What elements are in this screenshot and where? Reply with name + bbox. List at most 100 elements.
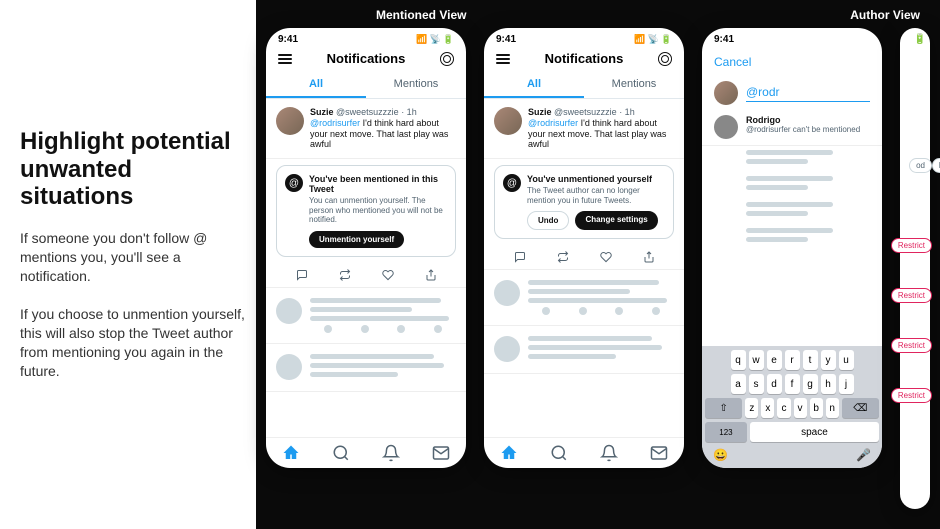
bell-icon[interactable]	[600, 444, 618, 462]
mention-suggestion[interactable]: Rodrigo @rodrisurfer can't be mentioned	[702, 109, 882, 146]
tab-mentions[interactable]: Mentions	[584, 72, 684, 98]
share-icon[interactable]	[643, 251, 655, 263]
reply-icon[interactable]	[514, 251, 526, 263]
bottom-tabbar	[266, 437, 466, 468]
key-g[interactable]: g	[803, 374, 818, 394]
key-q[interactable]: q	[731, 350, 746, 370]
compose-input[interactable]: @rodr	[746, 85, 870, 102]
restrict-pill[interactable]: Restrict	[891, 338, 932, 353]
restrict-pill[interactable]: Restrict	[891, 288, 932, 303]
search-icon[interactable]	[550, 444, 568, 462]
notifications-header: Notifications	[266, 47, 466, 72]
restrict-pill[interactable]: Restrict	[891, 388, 932, 403]
headline: Highlight potential unwanted situations	[20, 128, 246, 211]
space-key[interactable]: space	[750, 422, 879, 442]
mic-icon[interactable]: 🎤	[856, 448, 871, 462]
pill-partial[interactable]: No	[932, 158, 940, 173]
key-x[interactable]: x	[761, 398, 774, 418]
status-time: 9:41	[496, 34, 516, 45]
restrict-pill[interactable]: Restrict	[891, 238, 932, 253]
cancel-button[interactable]: Cancel	[714, 55, 751, 69]
tweet-body: Suzie @sweetsuzzzie · 1h @rodrisurfer I'…	[310, 107, 456, 150]
home-icon[interactable]	[500, 444, 518, 462]
retweet-icon[interactable]	[557, 251, 569, 263]
key-c[interactable]: c	[777, 398, 790, 418]
unmention-button[interactable]: Unmention yourself	[309, 231, 404, 248]
tweet-actions	[484, 245, 684, 270]
tab-all[interactable]: All	[484, 72, 584, 98]
battery-icon: 🔋	[914, 34, 926, 45]
reply-icon[interactable]	[296, 269, 308, 281]
pill-partial[interactable]: od	[909, 158, 932, 173]
key-d[interactable]: d	[767, 374, 782, 394]
unmentioned-notice: @ You've unmentioned yourself The Tweet …	[494, 165, 674, 239]
mention-notice: @ You've been mentioned in this Tweet Yo…	[276, 165, 456, 257]
like-icon[interactable]	[382, 269, 394, 281]
tweet-handle: @sweetsuzzzie · 1h	[336, 107, 417, 117]
key-j[interactable]: j	[839, 374, 854, 394]
backspace-key[interactable]: ⌫	[842, 398, 879, 418]
at-icon: @	[503, 174, 521, 192]
status-bar: 9:41 📶 📡 🔋	[266, 28, 466, 47]
undo-button[interactable]: Undo	[527, 211, 569, 230]
menu-icon[interactable]	[496, 54, 510, 64]
key-n[interactable]: n	[826, 398, 839, 418]
tweet[interactable]: Suzie @sweetsuzzzie · 1h @rodrisurfer I'…	[484, 99, 684, 159]
status-bar: 9:41	[702, 28, 882, 47]
numbers-key[interactable]: 123	[705, 422, 747, 442]
compose-avatar	[714, 81, 738, 105]
tab-mentions[interactable]: Mentions	[366, 72, 466, 98]
tab-all[interactable]: All	[266, 72, 366, 98]
status-bar: 9:41 📶📡🔋	[484, 28, 684, 47]
tweet-name: Suzie	[310, 107, 334, 117]
key-w[interactable]: w	[749, 350, 764, 370]
keyboard[interactable]: qwertyu asdfghj ⇧zxcvbn⌫ 123space 😀 🎤	[702, 346, 882, 468]
key-e[interactable]: e	[767, 350, 782, 370]
gear-icon[interactable]	[658, 52, 672, 66]
menu-icon[interactable]	[278, 54, 292, 64]
key-u[interactable]: u	[839, 350, 854, 370]
placeholder-tweet	[266, 288, 466, 344]
tweet-mention[interactable]: @rodrisurfer	[310, 118, 360, 128]
bell-icon[interactable]	[382, 444, 400, 462]
mail-icon[interactable]	[650, 444, 668, 462]
key-z[interactable]: z	[745, 398, 758, 418]
key-y[interactable]: y	[821, 350, 836, 370]
placeholder-avatar	[276, 354, 302, 380]
tweet[interactable]: Suzie @sweetsuzzzie · 1h @rodrisurfer I'…	[266, 99, 466, 159]
feed: Suzie @sweetsuzzzie · 1h @rodrisurfer I'…	[266, 99, 466, 437]
key-b[interactable]: b	[810, 398, 823, 418]
tweet-actions	[266, 263, 466, 288]
like-icon[interactable]	[600, 251, 612, 263]
gear-icon[interactable]	[440, 52, 454, 66]
retweet-icon[interactable]	[339, 269, 351, 281]
key-r[interactable]: r	[785, 350, 800, 370]
search-icon[interactable]	[332, 444, 350, 462]
notice-title: You've unmentioned yourself	[527, 174, 665, 184]
shift-key[interactable]: ⇧	[705, 398, 742, 418]
status-time: 9:41	[278, 34, 298, 45]
at-icon: @	[285, 174, 303, 192]
page-title: Notifications	[545, 51, 624, 66]
status-time: 9:41	[714, 34, 734, 45]
suggestion-name: Rodrigo	[746, 115, 860, 125]
signal-icon: 📶	[416, 34, 427, 45]
tabs: All Mentions	[266, 72, 466, 99]
home-icon[interactable]	[282, 444, 300, 462]
avatar[interactable]	[276, 107, 304, 135]
key-h[interactable]: h	[821, 374, 836, 394]
avatar[interactable]	[494, 107, 522, 135]
share-icon[interactable]	[425, 269, 437, 281]
key-t[interactable]: t	[803, 350, 818, 370]
notice-text: You can unmention yourself. The person w…	[309, 196, 447, 225]
key-f[interactable]: f	[785, 374, 800, 394]
key-a[interactable]: a	[731, 374, 746, 394]
key-v[interactable]: v	[794, 398, 807, 418]
compose-row: @rodr	[702, 77, 882, 109]
notice-title: You've been mentioned in this Tweet	[309, 174, 447, 194]
mail-icon[interactable]	[432, 444, 450, 462]
key-s[interactable]: s	[749, 374, 764, 394]
emoji-key[interactable]: 😀	[713, 448, 728, 462]
change-settings-button[interactable]: Change settings	[575, 211, 657, 230]
status-icons: 📶 📡 🔋	[416, 34, 454, 45]
